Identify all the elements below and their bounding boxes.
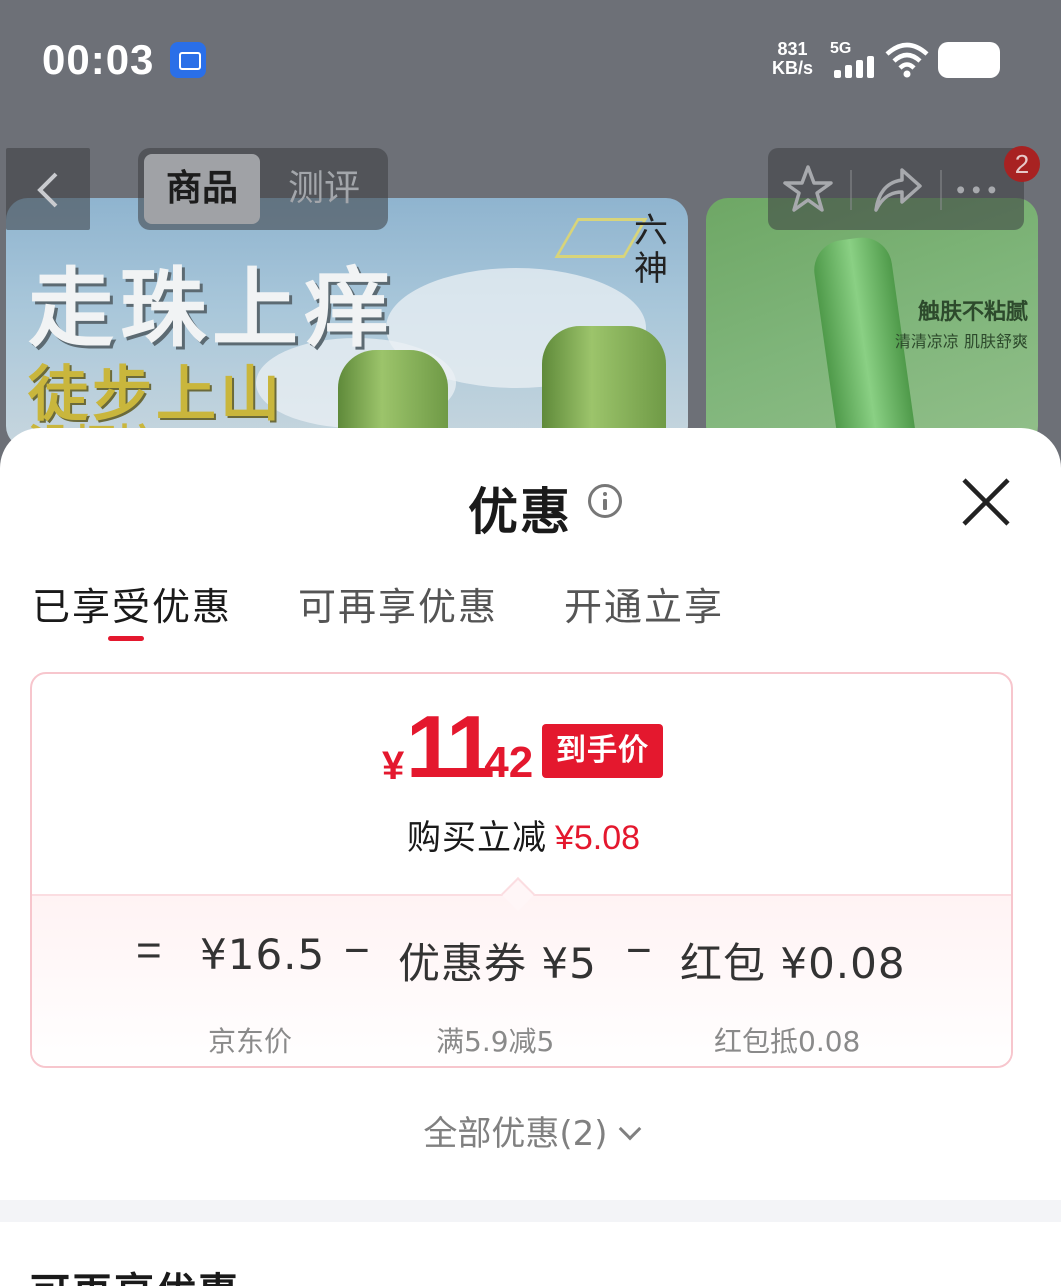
saving-row: 购买立减 ¥5.08 xyxy=(32,810,1011,859)
saving-label: 购买立减 xyxy=(406,818,547,858)
star-icon[interactable] xyxy=(782,164,834,214)
battery-icon xyxy=(938,42,1000,78)
tab-review[interactable]: 测评 xyxy=(268,154,380,224)
all-offers-toggle[interactable]: 全部优惠(2) xyxy=(0,1106,1061,1155)
coupon-condition: 满5.9减5 xyxy=(436,1025,555,1058)
final-price-row: ¥ 11 .42 到手价 xyxy=(32,697,1011,796)
section-divider xyxy=(0,1200,1061,1222)
tab-more-discounts[interactable]: 可再享优惠 xyxy=(298,576,498,631)
product-banner-main: 走珠上痒 徒步上山 没烦恼 六神 xyxy=(6,198,688,448)
chevron-down-icon xyxy=(618,1117,641,1141)
currency-symbol: ¥ xyxy=(382,744,405,788)
status-bar: 00:03 831 KB/s 5G xyxy=(0,0,1061,120)
equals-sign: = xyxy=(136,926,162,975)
info-icon[interactable] xyxy=(588,484,622,518)
signal-icon xyxy=(834,56,876,78)
all-offers-label: 全部优惠(2) xyxy=(423,1114,608,1154)
red-packet-condition: 红包抵0.08 xyxy=(714,1025,861,1058)
discount-sheet: 优惠 已享受优惠 可再享优惠 开通立享 ¥ 11 .42 到手价 购买立减 ¥5.… xyxy=(0,428,1061,1286)
coupon-value: 优惠券 ¥5 xyxy=(398,939,597,988)
final-price-tag: 到手价 xyxy=(542,724,663,778)
jd-price-value: ¥16.5 xyxy=(200,930,326,979)
share-icon[interactable] xyxy=(872,164,924,214)
minus-sign: − xyxy=(626,926,652,975)
status-time: 00:03 xyxy=(42,36,155,83)
network-speed-unit: KB/s xyxy=(772,58,814,78)
sheet-header: 优惠 xyxy=(468,472,572,541)
page-tab-switch: 商品 测评 xyxy=(138,148,388,230)
brand-logo: 六神 xyxy=(634,211,668,289)
close-button[interactable] xyxy=(958,474,1014,530)
banner-side-subtitle: 清清凉凉 肌肤舒爽 xyxy=(894,332,1028,351)
wifi-icon xyxy=(885,42,929,78)
network-speed: 831 KB/s xyxy=(772,40,813,78)
price-breakdown: = ¥16.5 − 优惠券 ¥5 − 红包 ¥0.08 京东价 满5.9减5 红… xyxy=(32,877,1011,1066)
more-discounts-section-title: 可再享优惠 xyxy=(30,1260,240,1286)
action-bar xyxy=(768,148,1024,230)
notification-badge: 2 xyxy=(1004,146,1040,182)
jd-price-label: 京东价 xyxy=(208,1025,293,1058)
discount-tabs: 已享受优惠 可再享优惠 开通立享 xyxy=(0,576,1061,646)
saving-amount: ¥5.08 xyxy=(554,819,641,857)
final-price-decimal: .42 xyxy=(472,738,534,787)
back-button[interactable] xyxy=(6,148,90,230)
sheet-title: 优惠 xyxy=(468,483,572,541)
product-banner-side: 触肤不粘腻 清清凉凉 肌肤舒爽 xyxy=(706,198,1038,448)
minus-sign: − xyxy=(344,926,370,975)
banner-side-title: 触肤不粘腻 xyxy=(917,300,1028,325)
active-tab-indicator xyxy=(108,636,144,641)
banner-headline: 走珠上痒 xyxy=(28,259,396,359)
tab-activate-discounts[interactable]: 开通立享 xyxy=(564,576,724,631)
chevron-left-icon xyxy=(37,172,58,208)
network-speed-value: 831 xyxy=(777,39,808,59)
tab-enjoyed-discounts[interactable]: 已享受优惠 xyxy=(32,576,232,631)
red-packet-value: 红包 ¥0.08 xyxy=(680,939,906,988)
more-icon[interactable] xyxy=(952,164,1004,214)
price-card: ¥ 11 .42 到手价 购买立减 ¥5.08 = ¥16.5 − 优惠券 ¥5 … xyxy=(30,672,1013,1068)
tab-product[interactable]: 商品 xyxy=(144,154,260,224)
screen-record-icon xyxy=(170,42,206,78)
